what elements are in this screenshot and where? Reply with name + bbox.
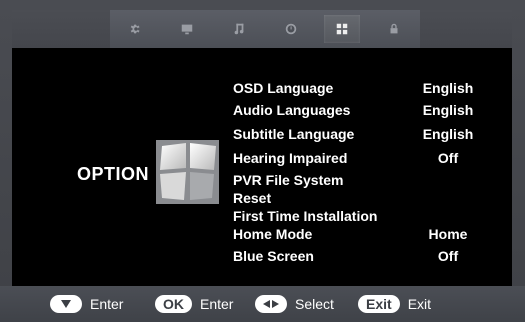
menu-row-label: Home Mode — [233, 226, 313, 242]
footer-hint-bar: Enter OK Enter Select Exit Exit — [0, 286, 525, 322]
monitor-icon — [182, 24, 193, 35]
option-menu: OSD Language English Audio Languages Eng… — [233, 76, 493, 268]
lock-icon — [390, 23, 398, 34]
menu-row-value: Off — [437, 150, 459, 166]
down-key-button[interactable] — [50, 295, 82, 313]
left-right-key-button[interactable] — [255, 295, 287, 313]
grid-icon — [337, 23, 348, 35]
exit-key-button[interactable]: Exit — [358, 295, 400, 313]
hint-label: Exit — [407, 296, 432, 312]
menu-row-value: English — [422, 126, 474, 142]
menu-row-label: OSD Language — [233, 80, 334, 96]
tab-lock[interactable] — [376, 15, 412, 43]
ok-key-button[interactable]: OK — [155, 295, 192, 313]
menu-row-home-mode[interactable]: Home Mode Home — [233, 222, 493, 244]
music-note-icon — [234, 23, 244, 35]
menu-row-value: Home — [428, 226, 468, 242]
clock-icon — [285, 23, 297, 35]
tab-sound[interactable] — [221, 15, 257, 43]
left-right-arrows-icon — [263, 300, 279, 308]
menu-row-label: Subtitle Language — [233, 126, 355, 142]
menu-row-value: English — [422, 80, 474, 96]
menu-row-pvr-file-system[interactable]: PVR File System — [233, 168, 493, 188]
menu-row-audio-languages[interactable]: Audio Languages English — [233, 98, 493, 122]
menu-row-subtitle-language[interactable]: Subtitle Language English — [233, 122, 493, 146]
tab-option[interactable] — [324, 15, 361, 43]
hint-label: Enter — [200, 296, 234, 312]
menu-row-value: English — [422, 102, 474, 118]
menu-row-first-time-installation[interactable]: First Time Installation — [233, 204, 493, 224]
option-grid-icon — [156, 140, 219, 204]
menu-row-hearing-impaired[interactable]: Hearing Impaired Off — [233, 146, 493, 168]
hint-exit: Exit Exit — [358, 295, 431, 313]
tv-osd-frame: OPTION OSD Language English Audio Langua… — [0, 0, 525, 322]
menu-row-value: Off — [437, 248, 459, 264]
tab-settings[interactable] — [118, 15, 154, 43]
menu-tab-strip — [110, 10, 420, 48]
hint-enter-ok: OK Enter — [155, 295, 233, 313]
gear-icon — [130, 24, 140, 34]
hint-label: Select — [295, 296, 334, 312]
option-panel: OPTION OSD Language English Audio Langua… — [12, 48, 512, 286]
hint-label: Enter — [90, 296, 124, 312]
hint-enter-down: Enter — [50, 295, 123, 313]
menu-row-label: Audio Languages — [233, 102, 351, 118]
hint-select: Select — [255, 295, 334, 313]
menu-row-label: Hearing Impaired — [233, 150, 348, 166]
down-triangle-icon — [61, 300, 71, 308]
menu-row-osd-language[interactable]: OSD Language English — [233, 76, 493, 98]
menu-row-label: Blue Screen — [233, 248, 314, 264]
tab-time[interactable] — [273, 15, 309, 43]
menu-row-reset[interactable]: Reset — [233, 186, 493, 206]
section-title: OPTION — [77, 164, 150, 184]
menu-row-blue-screen[interactable]: Blue Screen Off — [233, 244, 493, 268]
tab-picture[interactable] — [169, 15, 205, 43]
